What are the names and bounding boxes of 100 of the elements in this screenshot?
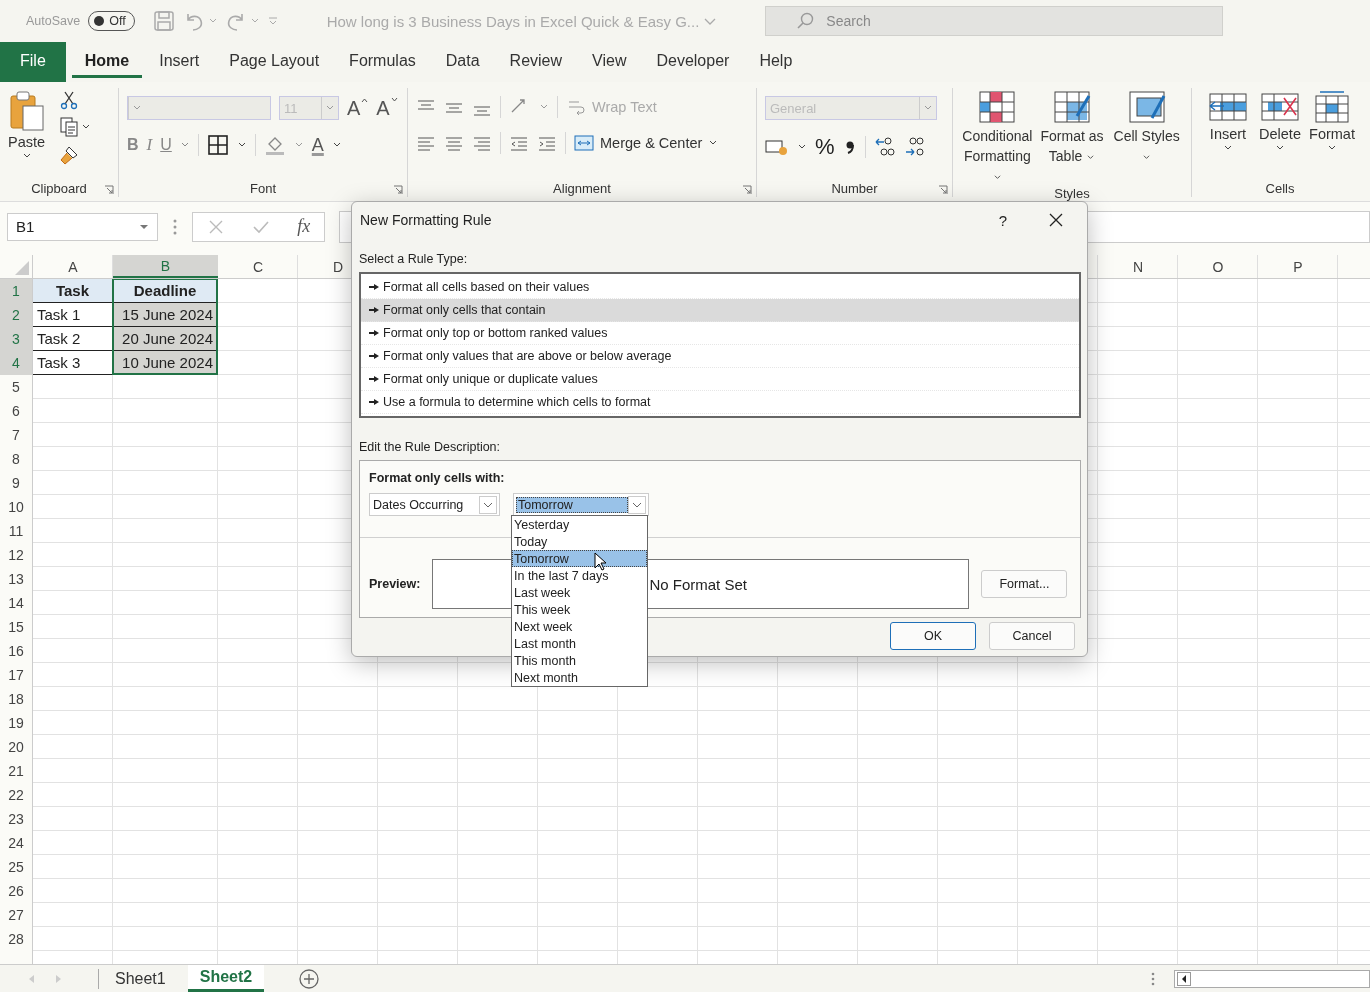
period-option[interactable]: Next week (512, 618, 647, 635)
row-header[interactable]: 4 (0, 351, 33, 375)
grow-font-button[interactable]: A (347, 96, 369, 120)
row-header[interactable]: 2 (0, 303, 33, 327)
row-header[interactable]: 23 (0, 807, 33, 831)
row-header[interactable]: 10 (0, 495, 33, 519)
row-header[interactable]: 6 (0, 399, 33, 423)
row-header[interactable]: 11 (0, 519, 33, 543)
row-header[interactable]: 26 (0, 879, 33, 903)
ok-button[interactable]: OK (890, 622, 976, 650)
row-header[interactable]: 24 (0, 831, 33, 855)
search-field[interactable]: Search (765, 6, 1224, 36)
rule-type-item[interactable]: Format only cells that contain (361, 299, 1079, 322)
dialog-launcher-icon[interactable] (742, 185, 752, 195)
font-color-button[interactable]: A (311, 134, 324, 156)
row-header[interactable]: 13 (0, 567, 33, 591)
customize-icon[interactable] (266, 15, 279, 27)
column-header[interactable]: C (218, 255, 298, 278)
rule-type-item[interactable]: Format only values that are above or below average (361, 345, 1079, 368)
accounting-format-icon[interactable] (765, 137, 789, 157)
rule-type-item[interactable]: Format only unique or duplicate values (361, 368, 1079, 391)
cells-button[interactable]: Format (1307, 88, 1357, 152)
period-option[interactable]: This week (512, 601, 647, 618)
more-icon[interactable] (172, 217, 178, 236)
row-header[interactable]: 14 (0, 591, 33, 615)
period-option[interactable]: This month (512, 652, 647, 669)
name-box[interactable]: B1 (7, 212, 158, 241)
styles-button[interactable]: Conditional Formatting (961, 88, 1034, 186)
column-header[interactable]: O (1178, 255, 1258, 278)
menu-tab[interactable]: Data (432, 42, 493, 82)
sheet-tab[interactable]: Sheet2 (187, 965, 265, 992)
period-dropdown[interactable]: Tomorrow (513, 493, 649, 516)
row-header[interactable]: 19 (0, 711, 33, 735)
column-header[interactable]: A (33, 255, 113, 278)
dialog-launcher-icon[interactable] (393, 185, 403, 195)
period-option[interactable]: Tomorrow (512, 550, 647, 567)
caret-icon[interactable] (236, 141, 247, 149)
styles-button[interactable]: Cell Styles (1110, 88, 1183, 166)
column-header[interactable]: N (1098, 255, 1178, 278)
borders-icon[interactable] (206, 134, 229, 156)
caret-icon[interactable] (81, 123, 92, 131)
cells-button[interactable]: Delete (1255, 88, 1305, 152)
percent-button[interactable]: % (815, 134, 835, 160)
menu-tab[interactable]: Home (71, 46, 143, 78)
row-header[interactable]: 27 (0, 903, 33, 927)
row-header[interactable]: 3 (0, 327, 33, 351)
row-header[interactable]: 21 (0, 759, 33, 783)
add-sheet-icon[interactable] (298, 967, 321, 990)
decrease-decimal-icon[interactable] (903, 136, 926, 158)
insert-function-button[interactable]: fx (297, 216, 311, 237)
sheet-tab[interactable]: Sheet1 (103, 965, 178, 992)
shrink-font-button[interactable]: A (376, 96, 398, 120)
horizontal-scrollbar[interactable] (1174, 969, 1370, 988)
menu-tab[interactable]: Help (746, 42, 806, 82)
row-header[interactable]: 7 (0, 423, 33, 447)
caret-icon[interactable] (331, 141, 342, 149)
merge-center-button[interactable]: Merge & Center (574, 134, 719, 152)
period-option[interactable]: Today (512, 533, 647, 550)
cells-button[interactable]: Insert (1203, 88, 1253, 152)
rule-type-item[interactable]: Format only top or bottom ranked values (361, 322, 1079, 345)
column-header[interactable]: P (1258, 255, 1338, 278)
row-header[interactable]: 20 (0, 735, 33, 759)
caret-icon[interactable] (797, 143, 807, 151)
row-header[interactable]: 17 (0, 663, 33, 687)
menu-tab[interactable]: Formulas (336, 42, 429, 82)
row-header[interactable]: 16 (0, 639, 33, 663)
row-header[interactable]: 5 (0, 375, 33, 399)
row-header[interactable]: 9 (0, 471, 33, 495)
column-header[interactable]: B (113, 255, 218, 278)
styles-button[interactable]: Format as Table (1035, 88, 1109, 166)
dialog-launcher-icon[interactable] (104, 185, 114, 195)
cancel-button[interactable]: Cancel (989, 622, 1075, 650)
row-header[interactable]: 12 (0, 543, 33, 567)
period-option[interactable]: Yesterday (512, 516, 647, 533)
format-button[interactable]: Format... (981, 570, 1068, 598)
select-all-icon[interactable] (15, 261, 29, 275)
dialog-launcher-icon[interactable] (938, 185, 948, 195)
scissors-icon[interactable] (59, 90, 80, 110)
rule-type-item[interactable]: Use a formula to determine which cells to format (361, 391, 1079, 414)
row-header[interactable]: 25 (0, 855, 33, 879)
menu-tab[interactable]: File (0, 42, 66, 82)
row-header[interactable]: 15 (0, 615, 33, 639)
help-button[interactable]: ? (998, 211, 1007, 229)
period-option[interactable]: Last week (512, 584, 647, 601)
save-icon[interactable] (152, 10, 175, 32)
close-icon[interactable] (1049, 213, 1063, 227)
period-option[interactable]: Last month (512, 635, 647, 652)
row-header[interactable]: 22 (0, 783, 33, 807)
more-icon[interactable] (1150, 970, 1156, 987)
menu-tab[interactable]: Review (496, 42, 576, 82)
menu-tab[interactable]: Developer (643, 42, 743, 82)
menu-tab[interactable]: View (579, 42, 640, 82)
scroll-left-icon[interactable] (1177, 971, 1191, 986)
menu-tab[interactable]: Page Layout (216, 42, 333, 82)
period-option[interactable]: In the last 7 days (512, 567, 647, 584)
row-header[interactable]: 1 (0, 279, 33, 303)
menu-tab[interactable]: Insert (146, 42, 213, 82)
font-name-field[interactable] (127, 96, 271, 120)
increase-decimal-icon[interactable] (873, 136, 896, 158)
row-header[interactable]: 8 (0, 447, 33, 471)
